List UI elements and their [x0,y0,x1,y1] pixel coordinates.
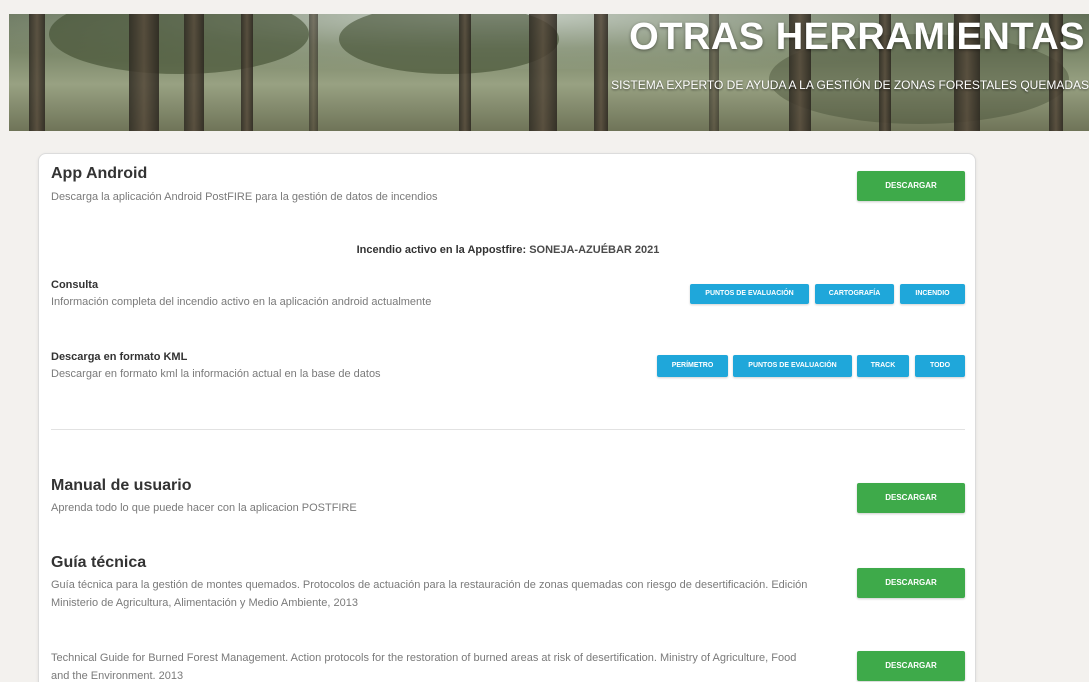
active-fire-line: Incendio activo en la Appostfire: SONEJA… [39,244,977,256]
page-subtitle: SISTEMA EXPERTO DE AYUDA A LA GESTIÓN DE… [611,78,1089,92]
section-divider [51,429,965,430]
manual-download-button[interactable]: DESCARGAR [857,483,965,513]
banner-tree-trunk [129,14,159,131]
manual-title: Manual de usuario [51,477,192,494]
header-banner: OTRAS HERRAMIENTAS SISTEMA EXPERTO DE AY… [9,14,1089,131]
guia-download-button[interactable]: DESCARGAR [857,568,965,598]
tools-card: App Android Descarga la aplicación Andro… [38,153,976,682]
app-android-description: Descarga la aplicación Android PostFIRE … [51,191,438,203]
kml-perimetro-button[interactable]: PERÍMETRO [657,355,728,377]
app-android-download-button[interactable]: DESCARGAR [857,171,965,201]
kml-todo-button[interactable]: TODO [915,355,965,377]
kml-title: Descarga en formato KML [51,351,188,363]
consulta-cartografia-button[interactable]: CARTOGRAFÍA [815,284,894,304]
consulta-title: Consulta [51,279,99,291]
banner-tree-trunk [459,14,471,131]
active-fire-label: Incendio activo en la Appostfire: [356,244,527,256]
app-android-title: App Android [51,165,148,182]
guia-title: Guía técnica [51,554,147,571]
manual-description: Aprenda todo lo que puede hacer con la a… [51,502,357,514]
banner-tree-trunk [529,14,557,131]
banner-tree-trunk [241,14,253,131]
consulta-incendio-button[interactable]: INCENDIO [900,284,965,304]
banner-tree-trunk [29,14,45,131]
kml-track-button[interactable]: TRACK [857,355,909,377]
kml-puntos-evaluacion-button[interactable]: PUNTOS DE EVALUACIÓN [733,355,852,377]
guide-en-description-line2: and the Environment. 2013 [51,670,184,682]
page-title: OTRAS HERRAMIENTAS [629,16,1085,58]
guia-description-line2: Ministerio de Agricultura, Alimentación … [51,597,358,609]
kml-description: Descargar en formato kml la información … [51,368,381,380]
banner-tree-trunk [594,14,608,131]
banner-tree-trunk [184,14,204,131]
banner-tree-trunk [309,14,318,131]
guide-en-download-button[interactable]: DESCARGAR [857,651,965,681]
consulta-description: Información completa del incendio activo… [51,296,432,308]
guide-en-description-line1: Technical Guide for Burned Forest Manage… [51,652,797,664]
guia-description-line1: Guía técnica para la gestión de montes q… [51,579,808,591]
active-fire-name: SONEJA-AZUÉBAR 2021 [529,244,660,256]
consulta-puntos-evaluacion-button[interactable]: PUNTOS DE EVALUACIÓN [690,284,809,304]
